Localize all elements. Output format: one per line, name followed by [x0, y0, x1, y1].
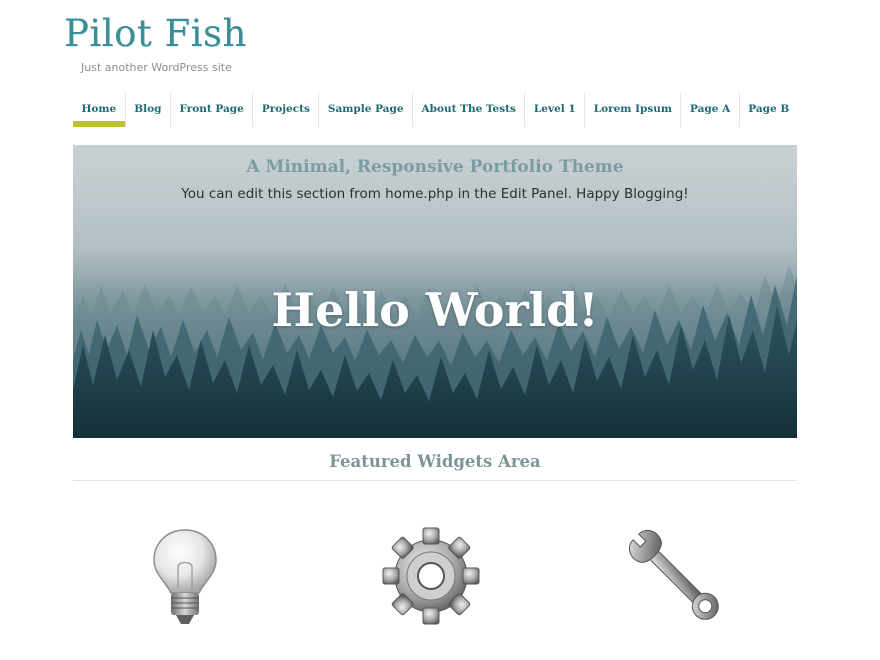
hero-banner: A Minimal, Responsive Portfolio Theme Yo… [73, 145, 797, 438]
hero-subtitle: A Minimal, Responsive Portfolio Theme [246, 157, 624, 177]
nav-item-level-1[interactable]: Level 1 [525, 92, 586, 127]
gear-icon[interactable] [382, 527, 480, 625]
section-divider [73, 480, 797, 481]
hero-heading: Hello World! [271, 283, 599, 337]
nav-item-about-the-tests[interactable]: About The Tests [413, 92, 526, 127]
nav-item-sample-page[interactable]: Sample Page [319, 92, 414, 127]
nav-item-projects[interactable]: Projects [253, 92, 320, 127]
lightbulb-icon[interactable] [150, 527, 220, 629]
nav-item-page-a[interactable]: Page A [681, 92, 740, 127]
nav-item-lorem-ipsum[interactable]: Lorem Ipsum [585, 92, 682, 127]
featured-widgets-title: Featured Widgets Area [329, 452, 541, 471]
nav-item-blog[interactable]: Blog [126, 92, 171, 127]
nav-item-home[interactable]: Home [73, 92, 126, 127]
wrench-icon[interactable] [627, 527, 727, 629]
site-tagline: Just another WordPress site [81, 61, 232, 74]
nav-item-page-b[interactable]: Page B [740, 92, 798, 127]
main-nav: Home Blog Front Page Projects Sample Pag… [73, 92, 798, 127]
hero-description: You can edit this section from home.php … [181, 186, 689, 202]
site-title[interactable]: Pilot Fish [64, 12, 247, 55]
nav-item-front-page[interactable]: Front Page [171, 92, 254, 127]
